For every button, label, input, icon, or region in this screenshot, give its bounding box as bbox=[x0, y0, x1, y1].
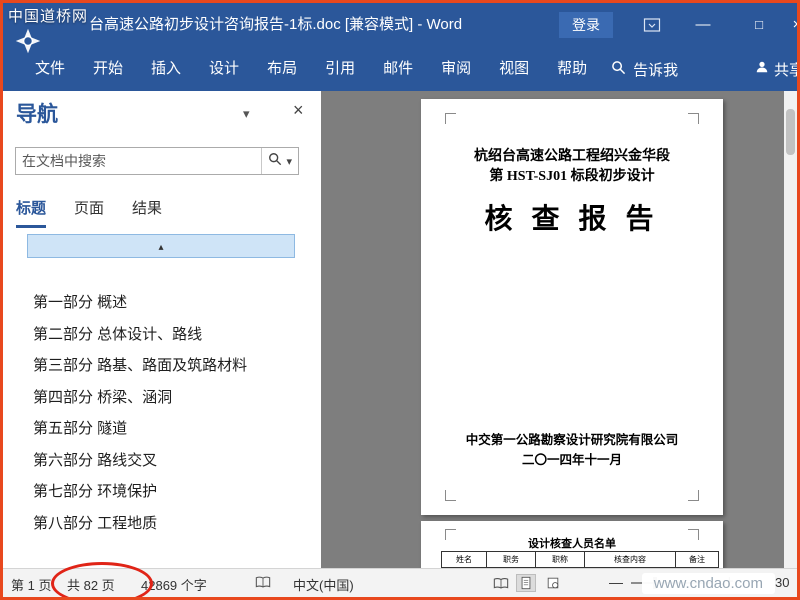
cover-subtitle-line2: 第 HST-SJ01 标段初步设计 bbox=[489, 169, 655, 184]
close-window-button[interactable]: × bbox=[787, 3, 797, 47]
document-search-box: ▾ bbox=[15, 147, 299, 175]
navigation-pane: 导航 ▾ × ▾ 标题 页面 结果 ▴ 第一部分 概述 bbox=[3, 91, 321, 568]
ribbon-tab-bar: 文件 开始 插入 设计 布局 引用 邮件 审阅 视图 帮助 告诉我 共 bbox=[3, 47, 797, 91]
vertical-scrollbar[interactable] bbox=[784, 91, 797, 568]
tab-insert[interactable]: 插入 bbox=[137, 47, 195, 91]
zoom-out-button[interactable]: — bbox=[609, 574, 623, 590]
tab-layout[interactable]: 布局 bbox=[253, 47, 311, 91]
nav-tab-headings[interactable]: 标题 bbox=[16, 197, 47, 228]
tab-review[interactable]: 审阅 bbox=[427, 47, 485, 91]
collapse-triangle-icon: ▴ bbox=[158, 242, 164, 253]
table-header-cell: 核查内容 bbox=[584, 551, 676, 568]
zoom-slider[interactable] bbox=[631, 577, 717, 589]
tell-me-search[interactable]: 告诉我 bbox=[611, 59, 678, 80]
search-options-button[interactable]: ▾ bbox=[261, 148, 298, 174]
table-header-cell: 职称 bbox=[535, 551, 585, 568]
cover-company: 中交第一公路勘察设计研究院有限公司 bbox=[465, 433, 679, 447]
tab-home[interactable]: 开始 bbox=[79, 47, 137, 91]
nav-pane-tabs: 标题 页面 结果 bbox=[16, 197, 162, 228]
title-bar: 台高速公路初步设计咨询报告-1标.doc [兼容模式] - Word 登录 — … bbox=[3, 3, 797, 47]
headings-list: 第一部分 概述 第二部分 总体设计、路线 第三部分 路基、路面及筑路材料 第四部… bbox=[3, 287, 321, 539]
window-title: 台高速公路初步设计咨询报告-1标.doc [兼容模式] - Word bbox=[89, 16, 463, 33]
roster-table-title: 设计核查人员名单 bbox=[528, 538, 616, 550]
page-indicator[interactable]: 第 1 页 bbox=[11, 575, 51, 594]
person-icon bbox=[755, 60, 769, 78]
share-button[interactable]: 共享 bbox=[755, 47, 797, 91]
tab-view[interactable]: 视图 bbox=[485, 47, 543, 91]
nav-heading-item[interactable]: 第一部分 概述 bbox=[3, 287, 321, 319]
table-header-cell: 职务 bbox=[486, 551, 536, 568]
document-canvas[interactable]: 杭绍台高速公路工程绍兴金华段 第 HST-SJ01 标段初步设计 核 查 报 告… bbox=[321, 91, 797, 568]
nav-heading-item[interactable]: 第三部分 路基、路面及筑路材料 bbox=[3, 350, 321, 382]
share-label: 共享 bbox=[774, 61, 797, 79]
web-layout-button[interactable] bbox=[543, 574, 563, 592]
nav-heading-item[interactable]: 第七部分 环境保护 bbox=[3, 476, 321, 508]
word-count[interactable]: 42869 个字 bbox=[141, 575, 207, 594]
nav-heading-item[interactable]: 第五部分 隧道 bbox=[3, 413, 321, 445]
close-pane-icon[interactable]: × bbox=[293, 100, 304, 121]
status-bar: 第 1 页 共 82 页 42869 个字 中文(中国) — + 30 bbox=[3, 568, 797, 597]
nav-heading-item[interactable]: 第六部分 路线交叉 bbox=[3, 445, 321, 477]
margin-corner-mark bbox=[445, 490, 456, 501]
page-total[interactable]: 共 82 页 bbox=[67, 575, 115, 594]
tab-help[interactable]: 帮助 bbox=[543, 47, 601, 91]
table-row: 姓名 职务 职称 核查内容 备注 bbox=[441, 551, 719, 568]
search-input[interactable] bbox=[16, 148, 262, 174]
nav-heading-item[interactable]: 第八部分 工程地质 bbox=[3, 508, 321, 540]
zoom-percentage[interactable]: 30 bbox=[775, 575, 789, 590]
cover-subtitle-line1: 杭绍台高速公路工程绍兴金华段 bbox=[474, 149, 670, 164]
chevron-down-icon[interactable]: ▾ bbox=[243, 106, 250, 122]
table-header-cell: 备注 bbox=[675, 551, 719, 568]
zoom-slider-thumb[interactable] bbox=[653, 577, 657, 589]
zoom-in-button[interactable]: + bbox=[725, 573, 734, 590]
cover-main-title: 核 查 报 告 bbox=[484, 204, 660, 235]
language-indicator[interactable]: 中文(中国) bbox=[293, 575, 354, 594]
ribbon-display-options-icon[interactable] bbox=[643, 16, 661, 34]
table-header-cell: 姓名 bbox=[441, 551, 487, 568]
selected-heading-item[interactable]: ▴ bbox=[27, 234, 295, 258]
read-mode-button[interactable] bbox=[491, 574, 511, 592]
print-layout-button[interactable] bbox=[516, 574, 536, 592]
roster-table: 姓名 职务 职称 核查内容 备注 bbox=[441, 551, 719, 568]
chevron-down-icon: ▾ bbox=[286, 155, 292, 168]
navigation-pane-title: 导航 bbox=[16, 103, 58, 126]
margin-corner-mark bbox=[688, 490, 699, 501]
margin-corner-mark bbox=[688, 113, 699, 124]
nav-heading-item[interactable]: 第四部分 桥梁、涵洞 bbox=[3, 382, 321, 414]
document-page-1[interactable]: 杭绍台高速公路工程绍兴金华段 第 HST-SJ01 标段初步设计 核 查 报 告… bbox=[421, 99, 723, 515]
margin-corner-mark bbox=[445, 113, 456, 124]
scrollbar-thumb[interactable] bbox=[786, 109, 795, 155]
tab-file[interactable]: 文件 bbox=[21, 47, 79, 91]
word-window: 台高速公路初步设计咨询报告-1标.doc [兼容模式] - Word 登录 — … bbox=[0, 0, 800, 600]
tab-design[interactable]: 设计 bbox=[195, 47, 253, 91]
minimize-button[interactable]: — bbox=[687, 3, 719, 47]
proofing-icon[interactable] bbox=[255, 576, 271, 592]
nav-heading-item[interactable]: 第二部分 总体设计、路线 bbox=[3, 319, 321, 351]
search-icon bbox=[611, 60, 626, 79]
tab-references[interactable]: 引用 bbox=[311, 47, 369, 91]
sign-in-button[interactable]: 登录 bbox=[559, 12, 613, 38]
tell-me-label: 告诉我 bbox=[633, 61, 679, 79]
maximize-button[interactable]: □ bbox=[743, 3, 775, 47]
tab-mailings[interactable]: 邮件 bbox=[369, 47, 427, 91]
search-icon bbox=[268, 152, 282, 171]
nav-tab-results[interactable]: 结果 bbox=[132, 197, 162, 228]
nav-tab-pages[interactable]: 页面 bbox=[74, 197, 104, 228]
document-page-2[interactable]: 设计核查人员名单 姓名 职务 职称 核查内容 备注 bbox=[421, 521, 723, 568]
cover-date: 二〇一四年十一月 bbox=[521, 453, 622, 467]
